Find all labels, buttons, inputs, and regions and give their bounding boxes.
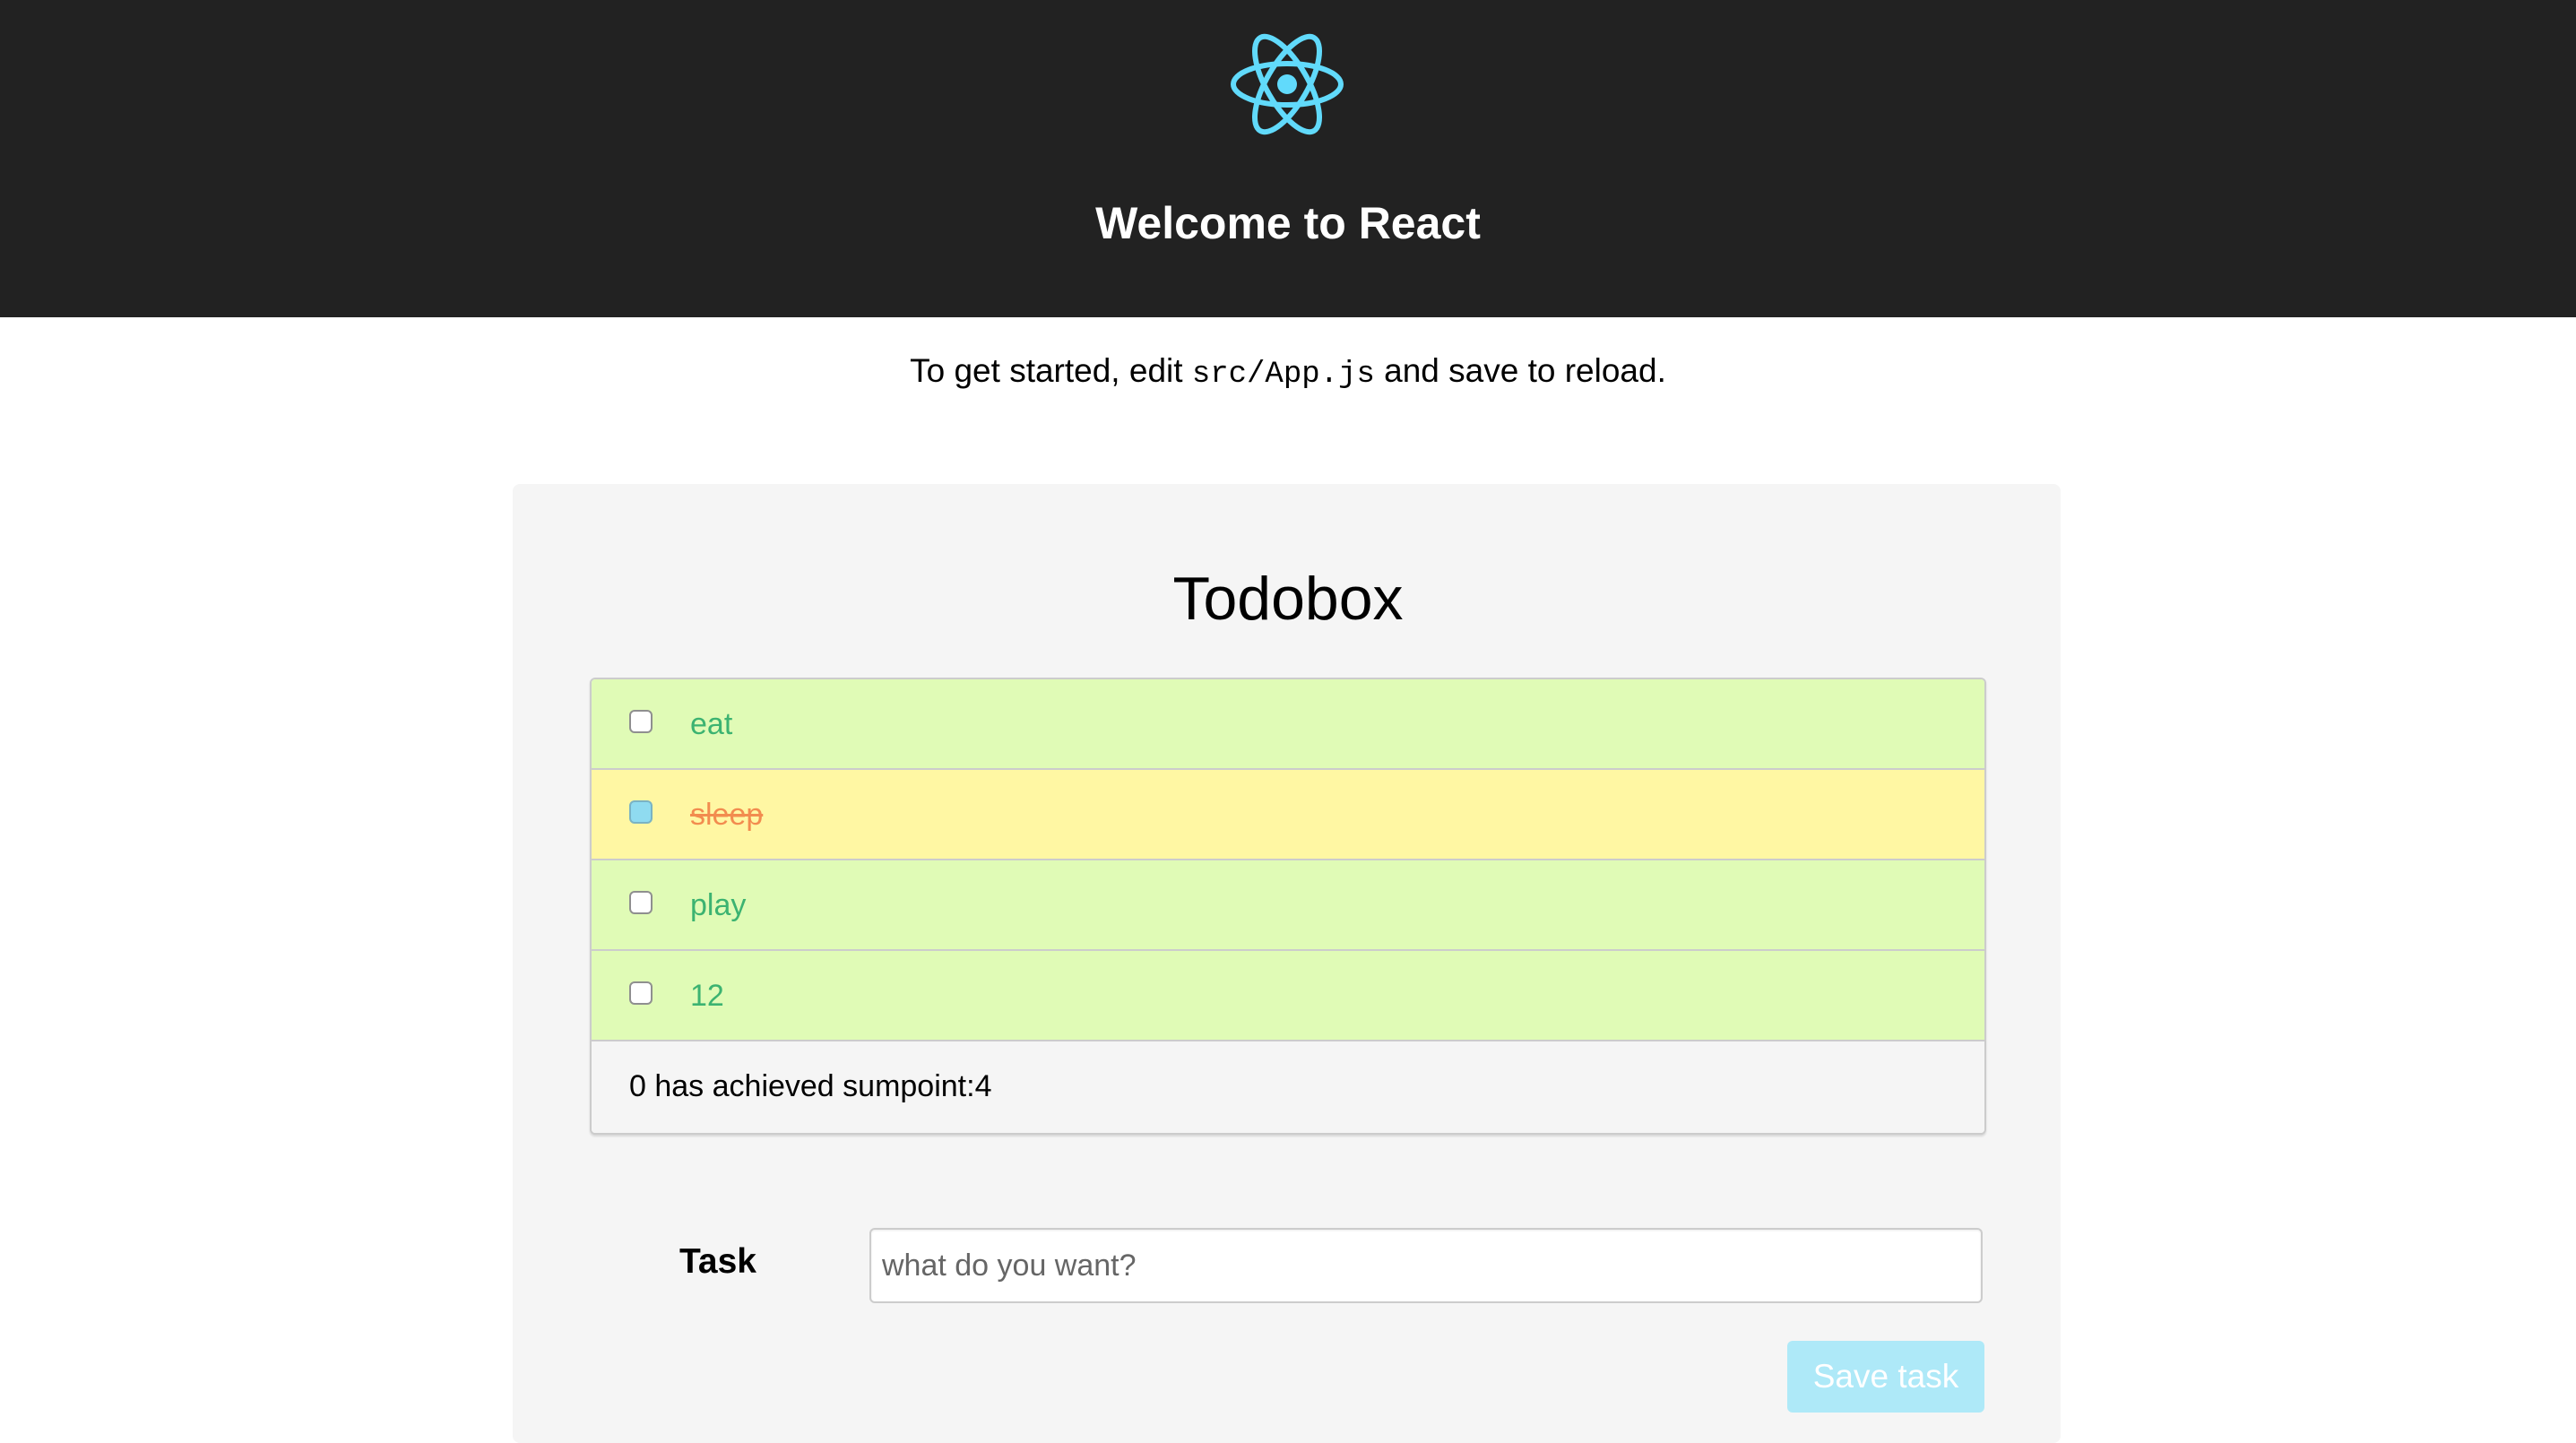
todo-list: eat sleep play 12 0 has achieved sumpoin… xyxy=(590,678,1986,1135)
todo-item[interactable]: 12 xyxy=(592,951,1984,1041)
todobox-title: Todobox xyxy=(1172,565,1404,633)
task-input[interactable] xyxy=(869,1228,1983,1303)
app-title: Welcome to React xyxy=(1095,198,1481,248)
todo-summary-text: 0 has achieved sumpoint:4 xyxy=(629,1069,992,1103)
todo-item[interactable]: play xyxy=(592,860,1984,951)
intro-code: src/App.js xyxy=(1191,358,1375,392)
todo-label: 12 xyxy=(690,979,724,1013)
todo-summary: 0 has achieved sumpoint:4 xyxy=(592,1041,1984,1133)
intro-text-after: and save to reload. xyxy=(1374,352,1666,389)
app-intro: To get started, edit src/App.js and save… xyxy=(0,348,2576,398)
todo-label: sleep xyxy=(690,798,764,832)
app-header: Welcome to React xyxy=(0,0,2576,317)
todo-checkbox[interactable] xyxy=(629,891,653,914)
todo-item[interactable]: sleep xyxy=(592,770,1984,860)
todo-checkbox[interactable] xyxy=(629,710,653,733)
react-atom-icon xyxy=(1231,33,1344,135)
todo-label: play xyxy=(690,888,747,922)
save-task-button[interactable]: Save task xyxy=(1787,1341,1984,1413)
todo-label: eat xyxy=(690,707,733,741)
todo-item[interactable]: eat xyxy=(592,679,1984,770)
todo-checkbox[interactable] xyxy=(629,981,653,1005)
todo-checkbox[interactable] xyxy=(629,800,653,824)
task-label: Task xyxy=(679,1242,756,1281)
intro-text-before: To get started, edit xyxy=(910,352,1192,389)
